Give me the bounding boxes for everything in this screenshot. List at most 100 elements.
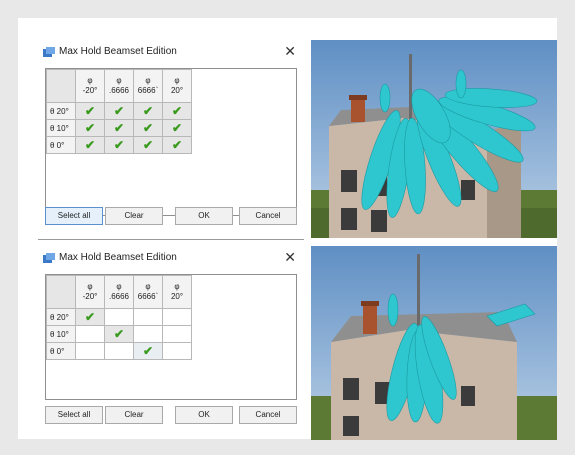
beam-cell[interactable]: ✔ [162,136,192,154]
beam-cell[interactable]: ✔ [104,102,134,120]
beam-cell[interactable] [133,325,163,343]
app-window-icon [43,253,55,263]
grid-corner [46,275,76,309]
3d-scene-image [311,246,557,440]
column-header[interactable]: φ 20° [162,69,192,103]
checkmark-icon: ✔ [142,138,154,152]
column-label: φ [116,76,122,85]
column-value: 20° [170,86,184,95]
cancel-button[interactable]: Cancel [239,406,297,424]
column-header[interactable]: φ .6666 [104,69,134,103]
clear-button[interactable]: Clear [105,207,163,225]
beam-cell[interactable]: ✔ [133,102,163,120]
column-label: φ [174,76,180,85]
column-value: -20° [82,292,98,301]
grid-corner [46,69,76,103]
dialog-title-bar: Max Hold Beamset Edition ✕ [38,246,304,270]
row-header[interactable]: θ 20° [46,102,76,120]
column-header[interactable]: φ 6666` [133,69,163,103]
beam-cell[interactable]: ✔ [104,119,134,137]
beam-cell[interactable]: ✔ [133,342,163,360]
dialog-buttons: Select all Clear OK Cancel [45,406,297,424]
cancel-button[interactable]: Cancel [239,207,297,225]
column-label: φ [174,282,180,291]
checkmark-icon: ✔ [84,104,96,118]
select-all-button[interactable]: Select all [45,207,103,225]
beam-table: φ -20° φ .6666 φ 6666` φ 20° θ 20° ✔ θ 10° ✔ [46,275,192,360]
checkmark-icon: ✔ [113,121,125,135]
row-header[interactable]: θ 10° [46,325,76,343]
beam-cell[interactable]: ✔ [75,102,105,120]
beam-cell[interactable]: ✔ [162,119,192,137]
column-header[interactable]: φ 20° [162,275,192,309]
column-header[interactable]: φ -20° [75,275,105,309]
column-value: 6666` [137,292,159,301]
beam-cell[interactable]: ✔ [162,102,192,120]
row-header[interactable]: θ 20° [46,308,76,326]
beamset-dialog-diagonal: Max Hold Beamset Edition ✕ φ -20° φ .6666 … [38,246,304,432]
select-all-button[interactable]: Select all [45,406,103,424]
beam-cell[interactable] [162,308,192,326]
beam-cell[interactable]: ✔ [133,136,163,154]
checkmark-icon: ✔ [113,138,125,152]
dialog-title: Max Hold Beamset Edition [59,252,177,263]
3d-scene-image [311,40,557,238]
column-value: .6666 [108,86,130,95]
ok-button[interactable]: OK [175,207,233,225]
beam-cell[interactable]: ✔ [75,308,105,326]
dialog-title: Max Hold Beamset Edition [59,46,177,57]
column-value: .6666 [108,292,130,301]
beam-cell[interactable] [75,342,105,360]
checkmark-icon: ✔ [142,344,154,358]
column-label: φ [145,76,151,85]
beam-render-all [311,40,557,238]
beam-grid: φ -20° φ .6666 φ 6666` φ 20° θ 20° ✔ θ 10° ✔ [45,274,297,400]
column-value: -20° [82,86,98,95]
dialog-title-bar: Max Hold Beamset Edition ✕ [38,40,304,64]
beam-grid: φ -20° φ .6666 φ 6666` φ 20° θ 20° ✔ ✔ ✔ ✔ θ… [45,68,297,216]
column-header[interactable]: φ 6666` [133,275,163,309]
checkmark-icon: ✔ [84,310,96,324]
beam-cell[interactable] [75,325,105,343]
divider [38,239,304,240]
beam-cell[interactable] [104,342,134,360]
beam-render-diagonal [311,246,557,440]
row-header[interactable]: θ 0° [46,342,76,360]
beam-cell[interactable]: ✔ [104,325,134,343]
beamset-dialog-all: Max Hold Beamset Edition ✕ φ -20° φ .6666 … [38,40,304,232]
row-header[interactable]: θ 0° [46,136,76,154]
dialog-buttons: Select all Clear OK Cancel [45,207,297,225]
column-value: 6666` [137,86,159,95]
column-label: φ [87,76,93,85]
beam-cell[interactable] [162,342,192,360]
checkmark-icon: ✔ [171,121,183,135]
close-icon[interactable]: ✕ [284,43,296,59]
close-icon[interactable]: ✕ [284,249,296,265]
checkmark-icon: ✔ [142,121,154,135]
clear-button[interactable]: Clear [105,406,163,424]
beam-cell[interactable] [104,308,134,326]
beam-cell[interactable]: ✔ [104,136,134,154]
checkmark-icon: ✔ [171,104,183,118]
checkmark-icon: ✔ [113,327,125,341]
column-header[interactable]: φ -20° [75,69,105,103]
beam-cell[interactable] [133,308,163,326]
beam-cell[interactable] [162,325,192,343]
beam-cell[interactable]: ✔ [75,119,105,137]
app-window-icon [43,47,55,57]
ok-button[interactable]: OK [175,406,233,424]
checkmark-icon: ✔ [113,104,125,118]
beam-table: φ -20° φ .6666 φ 6666` φ 20° θ 20° ✔ ✔ ✔ ✔ θ… [46,69,192,154]
checkmark-icon: ✔ [171,138,183,152]
column-label: φ [145,282,151,291]
checkmark-icon: ✔ [142,104,154,118]
column-label: φ [87,282,93,291]
beam-cell[interactable]: ✔ [75,136,105,154]
column-value: 20° [170,292,184,301]
column-header[interactable]: φ .6666 [104,275,134,309]
checkmark-icon: ✔ [84,121,96,135]
row-header[interactable]: θ 10° [46,119,76,137]
column-label: φ [116,282,122,291]
checkmark-icon: ✔ [84,138,96,152]
beam-cell[interactable]: ✔ [133,119,163,137]
